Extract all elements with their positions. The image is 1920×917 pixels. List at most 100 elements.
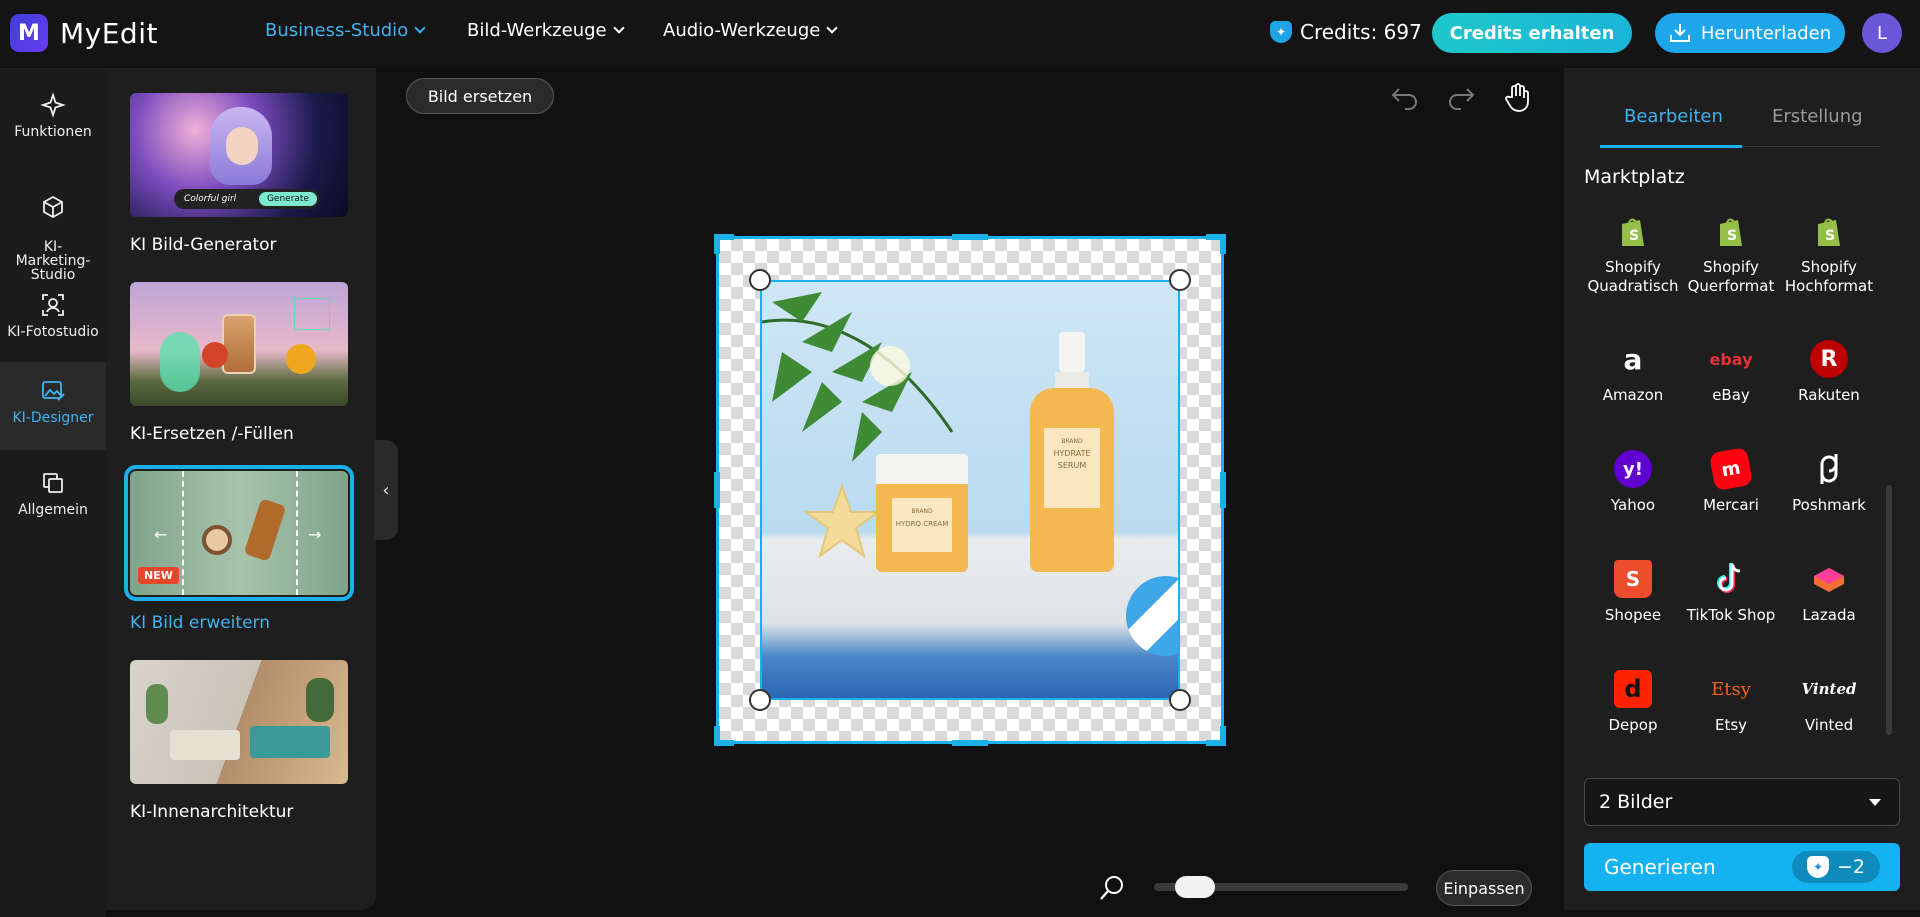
tab-erstellung[interactable]: Erstellung <box>1772 106 1863 127</box>
crop-handle-top-right[interactable] <box>1169 269 1191 291</box>
marketplace-rakuten[interactable]: R Rakuten <box>1780 340 1878 405</box>
jar-product-label: HYDRO CREAM <box>895 520 949 528</box>
marketplace-ebay[interactable]: ebay eBay <box>1682 340 1780 405</box>
arrow-left-icon: ← <box>154 525 168 544</box>
search-icon <box>1100 876 1123 900</box>
marketplace-lazada[interactable]: Lazada <box>1780 560 1878 625</box>
crop-handle-bottom-right[interactable] <box>1169 689 1191 711</box>
credits-display: ✦ Credits: 697 <box>1270 20 1422 44</box>
get-credits-button[interactable]: Credits erhalten <box>1432 13 1632 53</box>
lazada-icon <box>1810 560 1848 598</box>
undo-button[interactable] <box>1388 80 1422 114</box>
marketplace-yahoo[interactable]: y! Yahoo <box>1584 450 1682 515</box>
svg-text:S: S <box>1727 228 1737 244</box>
resize-corner-bottom-right[interactable] <box>1206 726 1226 746</box>
card-label: KI-Innenarchitektur <box>130 802 294 822</box>
app-logo[interactable]: M MyEdit <box>10 14 158 52</box>
marketplace-label: Shopify Hochformat <box>1784 258 1874 295</box>
resize-corner-top-left[interactable] <box>714 234 734 254</box>
logo-icon: M <box>10 14 48 52</box>
marketplace-amazon[interactable]: a Amazon <box>1584 340 1682 405</box>
credits-label: Credits: 697 <box>1300 20 1422 44</box>
yahoo-icon: y! <box>1614 450 1652 488</box>
crop-handle-top-left[interactable] <box>749 269 771 291</box>
caret-down-icon <box>1869 799 1881 806</box>
marketplace-mercari[interactable]: m Mercari <box>1682 446 1780 515</box>
marketplace-label: Shopify Querformat <box>1687 258 1775 295</box>
marketplace-tiktok-shop[interactable]: TikTok Shop <box>1682 560 1780 625</box>
shopify-icon: S <box>1810 212 1848 250</box>
sparkle-icon <box>40 92 66 118</box>
tools-panel: Colorful girl Generate KI Bild-Generator… <box>106 68 376 910</box>
bottle-product-label: HYDRATE SERUM <box>1053 449 1091 470</box>
download-button[interactable]: Herunterladen <box>1655 13 1845 53</box>
fit-button[interactable]: Einpassen <box>1436 870 1532 906</box>
marketplace-poshmark[interactable]: Poshmark <box>1780 450 1878 515</box>
ebay-icon: ebay <box>1709 349 1753 369</box>
rail-item-allgemein[interactable]: Allgemein <box>0 470 106 518</box>
depop-icon: d <box>1614 670 1652 708</box>
select-value: 2 Bilder <box>1599 791 1673 813</box>
marketplace-label: Lazada <box>1802 606 1856 624</box>
nav-audio-werkzeuge[interactable]: Audio-Werkzeuge <box>663 20 839 41</box>
app-name: MyEdit <box>60 16 158 50</box>
resize-edge-top[interactable] <box>952 234 988 240</box>
layers-icon <box>43 473 63 493</box>
svg-text:S: S <box>1825 228 1835 244</box>
resize-corner-bottom-left[interactable] <box>714 726 734 746</box>
resize-corner-top-right[interactable] <box>1206 234 1226 254</box>
marketplace-label: Mercari <box>1703 496 1759 514</box>
card-label: KI Bild erweitern <box>130 613 270 633</box>
zoom-slider-knob[interactable] <box>1175 876 1215 898</box>
marketplace-label: eBay <box>1712 386 1750 404</box>
left-rail: Funktionen KI- Marketing- Studio KI-Foto… <box>0 68 106 917</box>
rail-item-funktionen[interactable]: Funktionen <box>0 92 106 140</box>
marketplace-etsy[interactable]: Etsy Etsy <box>1682 670 1780 735</box>
marketplace-vinted[interactable]: Vinted Vinted <box>1780 670 1878 735</box>
marketplace-shopify-landscape[interactable]: S Shopify Querformat <box>1682 212 1780 296</box>
card-ki-bild-erweitern[interactable]: ← → NEW KI Bild erweitern <box>124 465 354 633</box>
prompt-text: Colorful girl <box>184 194 237 204</box>
marketplace-shopee[interactable]: S Shopee <box>1584 560 1682 625</box>
resize-edge-left[interactable] <box>714 472 720 508</box>
credit-cost-badge: ✦ −2 <box>1792 851 1880 883</box>
product-photo[interactable]: BRAND HYDRO CREAM BRAND HYDRATE SERUM <box>760 280 1180 700</box>
chevron-left-icon: ‹ <box>382 479 390 501</box>
pan-tool-button[interactable] <box>1501 80 1535 114</box>
zoom-slider[interactable] <box>1154 876 1408 898</box>
portrait-scan-icon <box>42 294 64 316</box>
marketplace-depop[interactable]: d Depop <box>1584 670 1682 735</box>
marketplace-label: TikTok Shop <box>1686 606 1776 624</box>
rail-item-ki-designer[interactable]: KI-Designer <box>0 362 106 450</box>
card-ki-ersetzen[interactable]: KI-Ersetzen /-Füllen <box>130 282 348 444</box>
card-ki-innenarchitektur[interactable]: KI-Innenarchitektur <box>130 660 348 822</box>
marketplace-shopify-portrait[interactable]: S Shopify Hochformat <box>1780 212 1878 296</box>
zoom-button[interactable] <box>1098 874 1126 906</box>
shopee-icon: S <box>1614 560 1652 598</box>
collapse-panel-button[interactable]: ‹ <box>374 440 398 540</box>
redo-button[interactable] <box>1444 80 1478 114</box>
right-panel-scrollbar[interactable] <box>1886 485 1892 735</box>
user-avatar[interactable]: L <box>1862 13 1902 53</box>
marketplace-label: Poshmark <box>1792 496 1866 514</box>
resize-edge-right[interactable] <box>1220 472 1226 508</box>
credits-shield-icon: ✦ <box>1806 856 1829 878</box>
marketplace-label: Shopify Quadratisch <box>1587 258 1679 295</box>
marketplace-shopify-square[interactable]: S Shopify Quadratisch <box>1584 212 1682 296</box>
rail-item-marketing-studio[interactable]: KI- Marketing- Studio <box>0 180 106 282</box>
thumbnail-ai-portrait: Colorful girl Generate <box>130 93 348 217</box>
generate-button[interactable]: Generieren ✦ −2 <box>1584 843 1900 891</box>
crop-handle-bottom-left[interactable] <box>749 689 771 711</box>
tiktok-icon <box>1712 560 1750 598</box>
replace-image-button[interactable]: Bild ersetzen <box>406 78 554 114</box>
thumbnail-interior <box>130 660 348 784</box>
nav-business-studio[interactable]: Business-Studio <box>265 20 426 41</box>
image-count-select[interactable]: 2 Bilder <box>1584 778 1900 826</box>
nav-bild-werkzeuge[interactable]: Bild-Werkzeuge <box>467 20 625 41</box>
rail-item-fotostudio[interactable]: KI-Fotostudio <box>0 292 106 340</box>
resize-edge-bottom[interactable] <box>952 740 988 746</box>
card-ki-bild-generator[interactable]: Colorful girl Generate KI Bild-Generator <box>130 93 348 255</box>
tab-bearbeiten[interactable]: Bearbeiten <box>1624 106 1723 127</box>
etsy-icon: Etsy <box>1711 678 1751 700</box>
redo-icon <box>1449 88 1475 110</box>
